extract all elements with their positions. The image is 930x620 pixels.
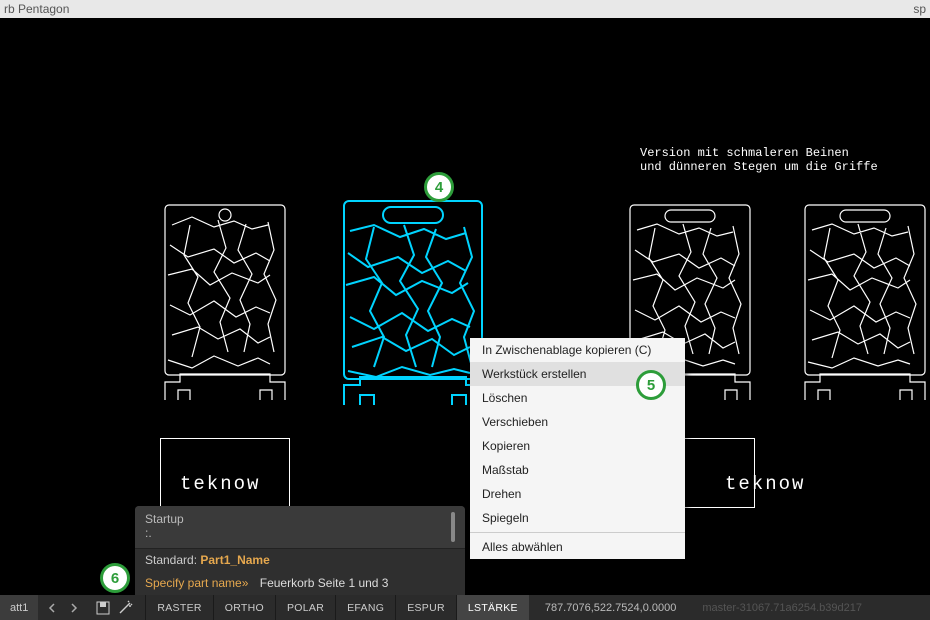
title-left: rb Pentagon <box>4 2 69 16</box>
callout-6: 6 <box>100 563 130 593</box>
toggle-polar[interactable]: POLAR <box>275 595 335 620</box>
tab-prev-button[interactable] <box>41 596 63 620</box>
chevron-left-icon <box>48 603 56 613</box>
command-history[interactable]: Startup :. <box>135 506 465 548</box>
coordinates-display: 787.7076,522.7524,0.0000 <box>529 595 693 620</box>
callout-5: 5 <box>636 370 666 400</box>
layout-tab[interactable]: att1 <box>0 595 38 620</box>
command-hint[interactable]: Standard: Part1_Name <box>135 548 465 571</box>
build-info: master-31067.71a6254.b39d217 <box>692 595 872 620</box>
menu-mirror[interactable]: Spiegeln <box>470 506 685 530</box>
brand-text-2: teknow <box>725 473 805 495</box>
toggle-raster[interactable]: RASTER <box>145 595 212 620</box>
status-icons <box>87 595 141 620</box>
hint-label: Standard: <box>145 553 200 567</box>
title-right: sp <box>913 2 926 16</box>
toggle-efang[interactable]: EFANG <box>335 595 395 620</box>
menu-copy[interactable]: Kopieren <box>470 434 685 458</box>
hint-value: Part1_Name <box>200 553 269 567</box>
menu-separator <box>470 532 685 533</box>
title-bar: rb Pentagon sp <box>0 0 930 18</box>
panel-drawing-selected[interactable] <box>338 195 488 420</box>
command-history-text: Startup :. <box>145 512 184 540</box>
panel-drawing-1[interactable] <box>160 200 290 415</box>
command-panel: Startup :. Standard: Part1_Name Specify … <box>135 506 465 595</box>
brand-text-1: teknow <box>180 473 260 495</box>
wand-icon[interactable] <box>117 600 133 616</box>
status-toggles: RASTER ORTHO POLAR EFANG ESPUR LSTÄRKE <box>145 595 528 620</box>
panel-drawing-4[interactable] <box>800 200 930 415</box>
menu-rotate[interactable]: Drehen <box>470 482 685 506</box>
command-input[interactable]: Feuerkorb Seite 1 und 3 <box>260 576 389 590</box>
annotation-text: Version mit schmaleren Beinen und dünner… <box>640 146 878 174</box>
toggle-ortho[interactable]: ORTHO <box>213 595 275 620</box>
tab-nav <box>39 595 87 620</box>
tab-next-button[interactable] <box>63 596 85 620</box>
callout-4: 4 <box>424 172 454 202</box>
menu-scale[interactable]: Maßstab <box>470 458 685 482</box>
menu-deselect-all[interactable]: Alles abwählen <box>470 535 685 559</box>
menu-copy-clipboard[interactable]: In Zwischenablage kopieren (C) <box>470 338 685 362</box>
toggle-espur[interactable]: ESPUR <box>395 595 456 620</box>
scrollbar-icon[interactable] <box>451 512 455 542</box>
command-prompt: Specify part name» <box>145 576 248 590</box>
command-line[interactable]: Specify part name» Feuerkorb Seite 1 und… <box>135 571 465 595</box>
status-bar: att1 RASTER ORTHO POLAR EFANG ESPUR LSTÄ… <box>0 595 930 620</box>
save-icon[interactable] <box>95 600 111 616</box>
menu-move[interactable]: Verschieben <box>470 410 685 434</box>
toggle-lstaerke[interactable]: LSTÄRKE <box>456 595 529 620</box>
chevron-right-icon <box>70 603 78 613</box>
